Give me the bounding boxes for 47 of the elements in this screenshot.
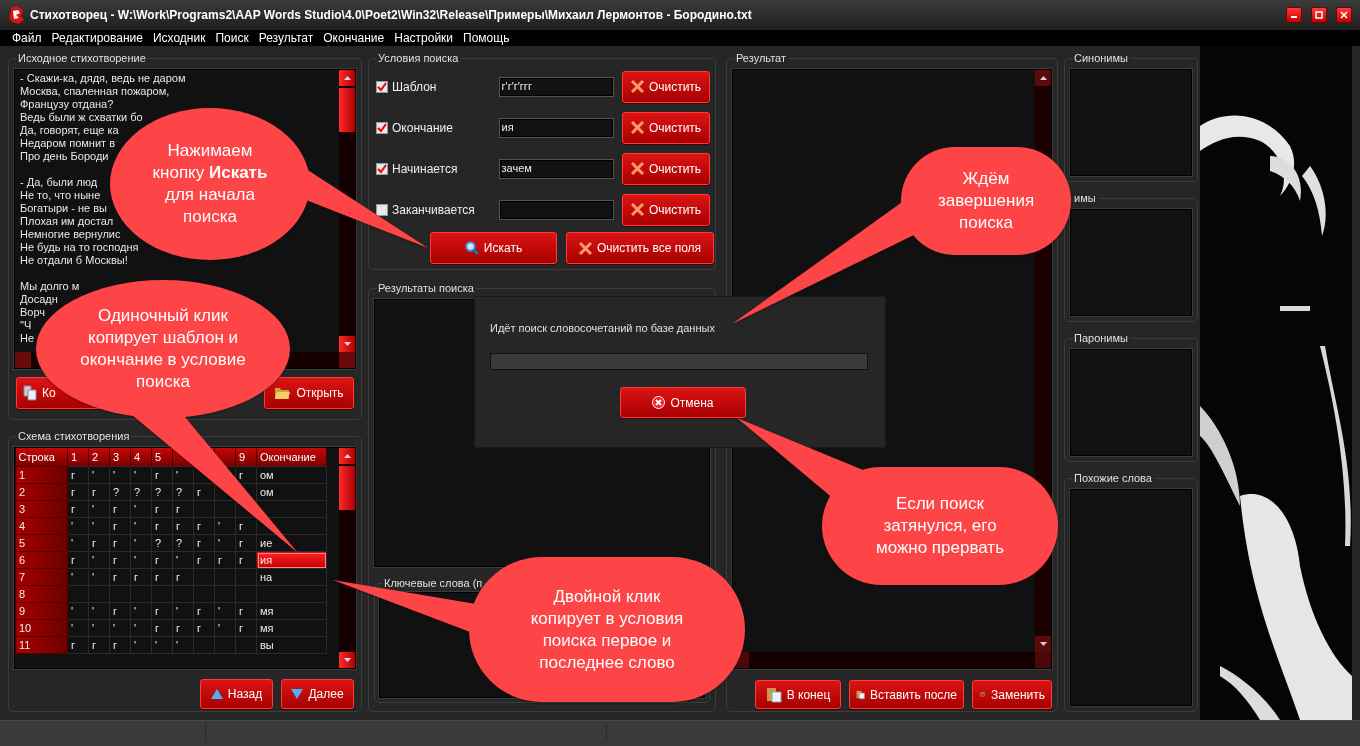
column-header: 2 — [88, 448, 110, 467]
checkbox-label: Шаблон — [392, 79, 438, 94]
poem-line: Плохая им достал — [20, 215, 114, 228]
poem-line: Ведь были ж схватки бо — [20, 111, 143, 124]
poem-line: Не будь на то господня — [20, 241, 139, 254]
poem-line: Про день Бороди — [20, 150, 109, 163]
column-header: Строка — [15, 448, 68, 467]
checkbox-label: Начинается — [392, 161, 459, 176]
checkbox-label: Заканчивается — [392, 202, 476, 217]
poem-line: - Да, были люд — [20, 176, 98, 189]
poem-line: "Ч — [20, 319, 32, 332]
poem-line: Досадн — [20, 293, 58, 306]
dialog-message: Идёт поиск словосочетаний по базе данных — [490, 322, 715, 334]
poem-line: Да, говорят, еще ка — [20, 124, 119, 137]
group-title: Синонимы — [1072, 51, 1130, 65]
column-header: 3 — [109, 448, 131, 467]
poem-line: Мы долго м — [20, 280, 80, 293]
poem-line: Ворч — [20, 306, 46, 319]
window-title: Стихотворец - W:\Work\Programs2\AAP Words Studio\4.0\Poet2\Win32\Release\Примеры\Михаил Лермонтов - Бородино.txt — [30, 8, 753, 22]
group-title: Исходное стихотворение — [16, 51, 148, 65]
poem-line: Не — [20, 332, 35, 345]
poem-line: Не отдали б Москвы! — [20, 254, 128, 267]
checkbox-label: Окончание — [392, 120, 454, 135]
column-header: 4 — [130, 448, 152, 467]
row-header: 1 — [15, 466, 68, 484]
group-title: Результат — [734, 51, 789, 65]
callout-text: Если поиск затянулся, его можно прервать — [875, 493, 1005, 559]
group-title: Условия поиска — [376, 51, 461, 65]
group-title: Ключевые слова (п — [382, 576, 485, 590]
callout-text: Двойной клик копирует в условия поиска первое и последнее слово — [529, 585, 685, 674]
column-header: 9 — [235, 448, 257, 467]
poem-line: Недаром помнит в — [20, 137, 115, 150]
poem-line: Богатыри - не вы — [20, 202, 107, 215]
callout-text: Нажимаем кнопку Искать для начала поиска — [151, 140, 269, 228]
column-header: 1 — [67, 448, 89, 467]
group-title: Схема стихотворения — [16, 429, 132, 443]
poem-line: Не то, что ныне — [20, 189, 101, 202]
poem-line: Немногие вернулис — [20, 228, 121, 241]
group-title: Похожие слова — [1072, 471, 1154, 485]
callout-text: Ждём завершения поиска — [936, 168, 1036, 234]
poem-line: Москва, спаленная пожаром, — [20, 85, 170, 98]
group-title: Паронимы — [1072, 331, 1130, 345]
column-header: Окончание — [256, 448, 327, 467]
group-title: Результаты поиска — [376, 281, 476, 295]
poem-line: - Скажи-ка, дядя, ведь не даром — [20, 72, 186, 85]
column-header: 5 — [151, 448, 173, 467]
poem-line: Французу отдана? — [20, 98, 114, 111]
